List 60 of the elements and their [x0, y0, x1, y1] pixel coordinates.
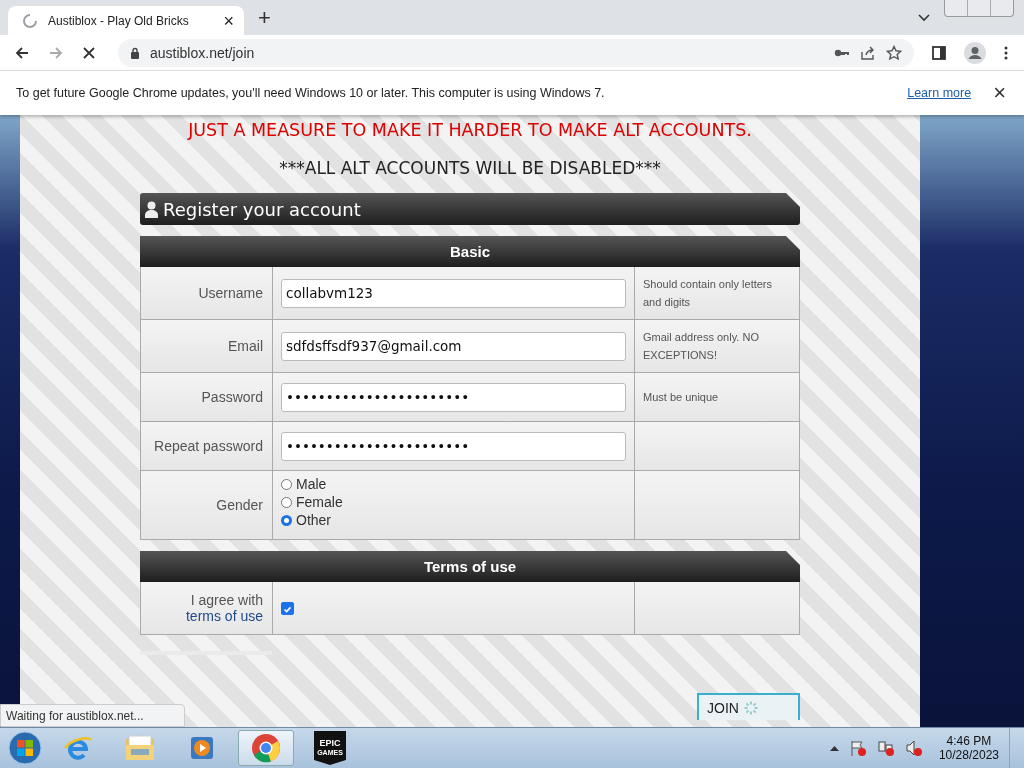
share-icon[interactable]: [860, 44, 876, 61]
field-hint: Should contain only letters and digits: [643, 277, 774, 310]
play-icon: [189, 735, 215, 761]
chrome-logo-icon: [251, 733, 281, 763]
browser-tab[interactable]: Austiblox - Play Old Bricks ×: [8, 6, 244, 35]
lock-icon: [130, 46, 140, 59]
text-field[interactable]: •••••••••••••••••••••••: [281, 382, 626, 412]
tab-search-icon[interactable]: [918, 13, 930, 22]
text-field[interactable]: •••••••••••••••••••••••: [281, 431, 626, 461]
close-tab-button[interactable]: ×: [223, 12, 234, 29]
clock[interactable]: 4:46 PM 10/28/2023: [938, 734, 999, 762]
alt-accounts-warning: ***ALL ALT ACCOUNTS WILL BE DISABLED***: [279, 158, 661, 178]
field-label: Email: [228, 338, 263, 354]
show-hidden-icons-icon[interactable]: [829, 745, 839, 751]
forward-icon[interactable]: [48, 44, 64, 61]
close-infobar-button[interactable]: ×: [993, 80, 1006, 106]
radio-label: Female: [296, 494, 343, 510]
join-button[interactable]: JOIN: [697, 693, 800, 720]
flag-error-icon[interactable]: [848, 739, 867, 757]
learn-more-link[interactable]: Learn more: [907, 86, 972, 100]
text-field[interactable]: sdfdsffsdf937@gmail.com: [281, 331, 626, 361]
key-icon[interactable]: [834, 47, 850, 58]
field-label: Password: [201, 389, 263, 405]
vpn-notice: JUST A MEASURE TO MAKE IT HARDER TO MAKE ALT ACCOUNTS.: [188, 121, 752, 140]
agree-checkbox[interactable]: [281, 601, 294, 615]
field-hint: Must be unique: [643, 390, 719, 405]
radio-label: Male: [296, 476, 327, 492]
terms-link[interactable]: terms of use: [185, 608, 263, 624]
radio-button[interactable]: [281, 478, 292, 490]
back-icon[interactable]: [14, 44, 30, 61]
new-tab-button[interactable]: +: [258, 6, 271, 29]
folder-icon: [125, 735, 155, 761]
star-icon[interactable]: [886, 44, 902, 61]
stop-icon[interactable]: [82, 45, 96, 60]
network-error-icon[interactable]: [876, 739, 895, 757]
window-controls-drawing[interactable]: [944, 0, 1014, 17]
field-label: Repeat password: [154, 438, 263, 454]
field-label: Gender: [216, 497, 263, 513]
field-hint: Gmail address only. NO EXCEPTIONS!: [643, 330, 760, 363]
status-bubble: Waiting for austiblox.net...: [0, 704, 185, 727]
radio-button[interactable]: [281, 514, 292, 526]
start-button[interactable]: [8, 731, 42, 765]
section-header: Terms of use: [140, 551, 800, 582]
user-icon: [145, 200, 158, 218]
text-field[interactable]: collabvm123: [281, 278, 626, 308]
field-label: Username: [198, 285, 263, 301]
field-label: I agree with terms of use: [184, 592, 263, 624]
globe-e-icon: [63, 734, 93, 762]
address-bar[interactable]: austiblox.net/join: [118, 38, 914, 67]
menu-icon[interactable]: [1004, 45, 1008, 60]
profile-avatar-icon[interactable]: [964, 41, 986, 64]
update-message: To get future Google Chrome updates, you'll need Windows 10 or later. This computer is using Windows 7.: [16, 86, 605, 100]
radio-button[interactable]: [281, 496, 292, 508]
tab-title: Austiblox - Play Old Bricks: [48, 13, 190, 28]
panel-title: Register your account: [163, 198, 361, 220]
section-header: Basic: [140, 236, 800, 267]
taskbar-app[interactable]: [238, 730, 294, 766]
side-panel-icon[interactable]: [932, 45, 946, 60]
speaker-muted-icon[interactable]: [904, 739, 923, 757]
radio-label: Other: [296, 512, 331, 528]
